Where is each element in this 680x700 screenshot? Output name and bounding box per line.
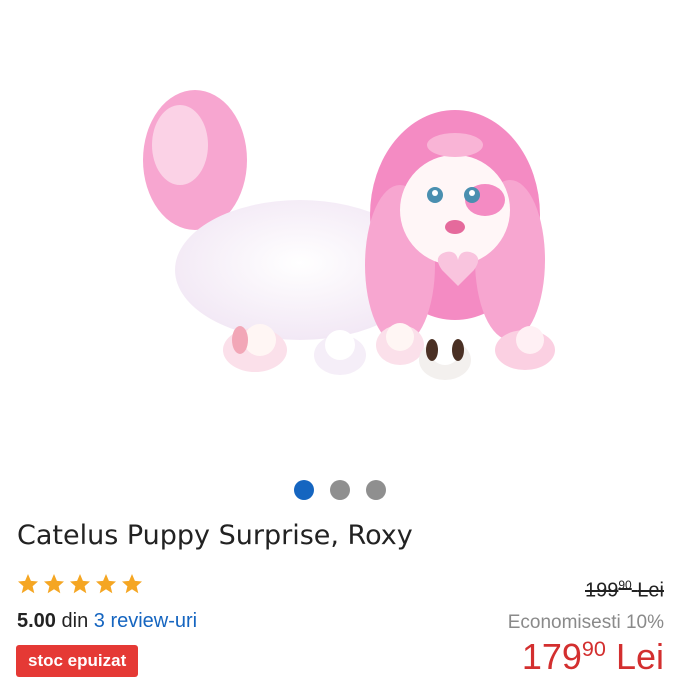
new-price-integer: 179 xyxy=(521,636,582,677)
new-price-currency: Lei xyxy=(615,636,664,677)
reviews-link[interactable]: 3 review-uri xyxy=(94,610,197,632)
old-price: 19990 Lei xyxy=(585,578,664,603)
rating-stars xyxy=(16,572,144,596)
star-icon xyxy=(122,574,142,594)
old-price-integer: 199 xyxy=(585,579,619,602)
old-price-decimal: 90 xyxy=(618,578,632,592)
plush-puppy-image xyxy=(143,90,555,380)
savings-text: Economisesti 10% xyxy=(507,612,664,633)
carousel-dot-2[interactable] xyxy=(330,480,350,500)
stock-status-badge: stoc epuizat xyxy=(16,645,139,677)
star-icon xyxy=(18,574,38,594)
star-icon xyxy=(96,574,116,594)
star-icon xyxy=(70,574,90,594)
carousel-dots xyxy=(0,480,680,500)
carousel-dot-3[interactable] xyxy=(366,480,386,500)
rating-summary: 5.00 din 3 review-uri xyxy=(17,610,197,633)
rating-din-label: din xyxy=(61,610,89,632)
product-image[interactable] xyxy=(0,0,680,470)
current-price: 17990 Lei xyxy=(522,636,664,678)
new-price-decimal: 90 xyxy=(581,636,606,661)
product-title: Catelus Puppy Surprise, Roxy xyxy=(17,520,413,551)
carousel-dot-1[interactable] xyxy=(294,480,314,500)
star-icon xyxy=(44,574,64,594)
rating-score: 5.00 xyxy=(17,610,56,632)
old-price-currency: Lei xyxy=(637,579,664,602)
